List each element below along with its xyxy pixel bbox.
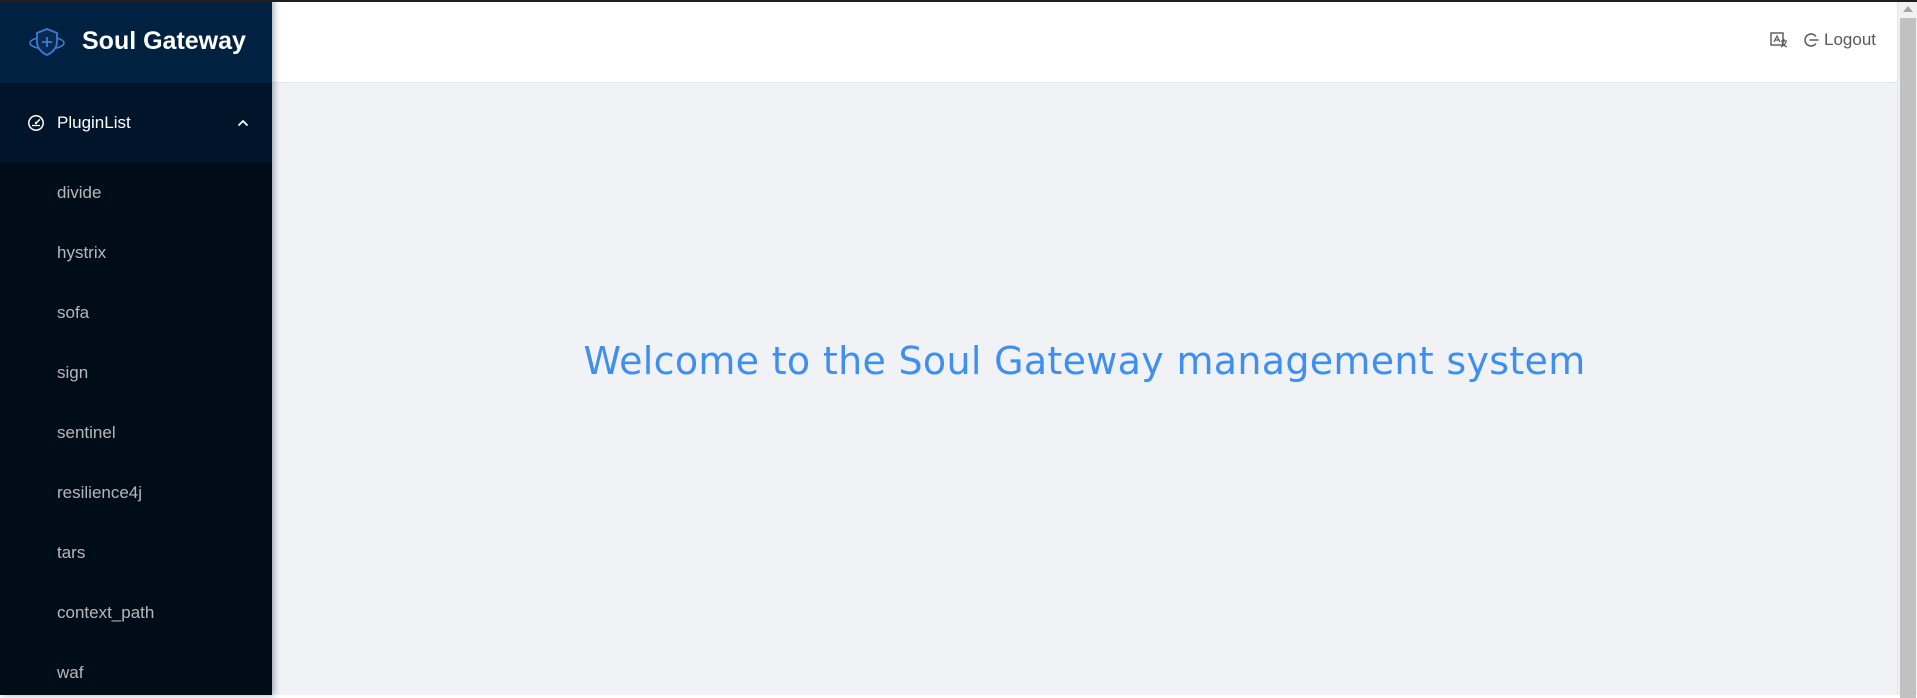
sidebar-item-sign[interactable]: sign (0, 343, 272, 403)
sidebar-item-resilience4j[interactable]: resilience4j (0, 463, 272, 523)
translate-icon[interactable] (1769, 30, 1789, 50)
sidebar-item-label: sofa (57, 303, 90, 322)
top-header: Logout (272, 0, 1897, 83)
header-actions: Logout (1769, 30, 1876, 50)
app-title: Soul Gateway (82, 27, 246, 55)
sidebar-item-label: hystrix (57, 243, 107, 262)
sidebar-item-label: tars (57, 543, 86, 562)
sidebar-item-hystrix[interactable]: hystrix (0, 223, 272, 283)
sidebar-item-waf[interactable]: waf (0, 643, 272, 695)
logout-label: Logout (1824, 30, 1876, 49)
sidebar: Soul Gateway PluginList divide hystrix s… (0, 0, 272, 695)
window-top-border (0, 0, 1917, 2)
sidebar-item-label: context_path (57, 603, 155, 622)
vertical-scrollbar[interactable] (1897, 0, 1917, 698)
logout-button[interactable]: Logout (1803, 30, 1876, 50)
dashboard-icon (27, 114, 45, 132)
sidebar-item-label: sign (57, 363, 89, 382)
sidebar-item-sofa[interactable]: sofa (0, 283, 272, 343)
plugin-menu-list: divide hystrix sofa sign sentinel resili… (0, 163, 272, 695)
sidebar-item-label: sentinel (57, 423, 116, 442)
shield-logo-icon (28, 26, 66, 58)
logout-icon (1803, 32, 1819, 48)
sidebar-item-divide[interactable]: divide (0, 163, 272, 223)
scrollbar-thumb[interactable] (1900, 18, 1916, 698)
main-content: Welcome to the Soul Gateway management s… (272, 83, 1897, 695)
sidebar-item-context-path[interactable]: context_path (0, 583, 272, 643)
submenu-pluginlist[interactable]: PluginList (0, 83, 272, 163)
scroll-up-arrow-icon[interactable] (1903, 6, 1913, 12)
chevron-up-icon (236, 116, 250, 130)
app-logo[interactable]: Soul Gateway (0, 0, 272, 83)
sidebar-item-label: waf (57, 663, 84, 682)
sidebar-item-tars[interactable]: tars (0, 523, 272, 583)
sidebar-item-label: divide (57, 183, 102, 202)
sidebar-item-label: resilience4j (57, 483, 143, 502)
sidebar-item-sentinel[interactable]: sentinel (0, 403, 272, 463)
welcome-message: Welcome to the Soul Gateway management s… (583, 339, 1586, 383)
submenu-label: PluginList (57, 113, 131, 132)
